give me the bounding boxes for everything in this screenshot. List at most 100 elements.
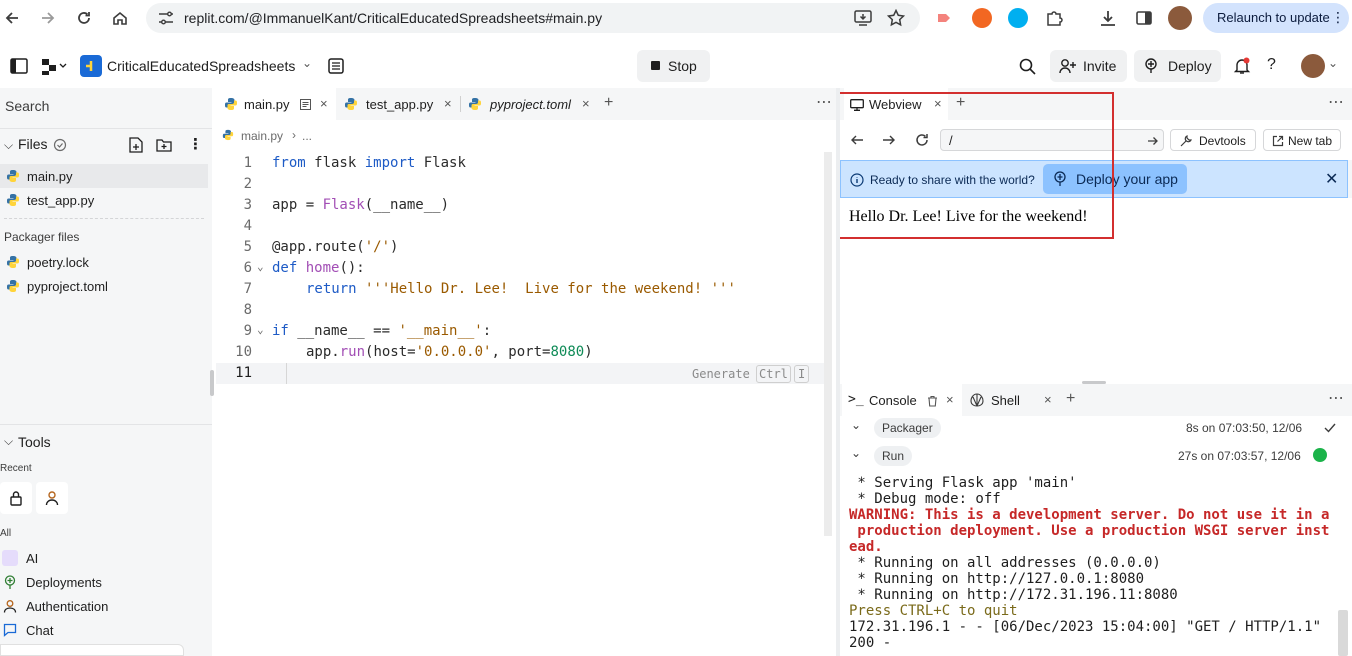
close-icon[interactable]: ✕ [1325,169,1338,189]
help-icon[interactable]: ? [1267,56,1276,74]
add-tab-icon[interactable]: + [604,94,613,112]
breadcrumb-more[interactable]: ... [302,129,312,143]
toggle-sidebar-icon[interactable] [10,58,28,74]
stop-button[interactable]: Stop [637,50,710,82]
devtools-button[interactable]: Devtools [1170,129,1256,151]
extensions-button[interactable] [1042,6,1066,30]
profile-avatar[interactable] [1168,6,1192,30]
file-item-pyproject-toml[interactable]: pyproject.toml [0,274,208,298]
close-icon[interactable]: × [320,96,328,111]
packager-row[interactable]: ⌄ Packager 8s on 07:03:50, 12/06 [840,416,1352,442]
user-avatar[interactable] [1301,54,1325,78]
file-item-poetry-lock[interactable]: poetry.lock [0,250,208,274]
tool-item-deployments[interactable]: Deployments [0,572,208,594]
search-icon[interactable] [1019,58,1036,75]
tab-main-py[interactable]: main.py × [216,88,336,120]
install-app-icon[interactable] [854,10,872,26]
editor-tabs: main.py × test_app.py × pyproject.toml ×… [216,88,836,120]
code-line: 1 from flask import Flask [243,155,466,171]
repl-info-icon[interactable] [328,58,344,74]
forward-button[interactable] [36,6,60,30]
close-icon[interactable]: × [582,96,590,111]
fold-chevron-icon[interactable]: ⌄ [257,323,264,336]
tab-console[interactable]: >_ Console × [842,384,962,416]
tab-shell[interactable]: Shell × [964,384,1060,416]
generate-hint[interactable]: Generate Ctrl I [692,365,810,383]
vertical-splitter[interactable] [836,88,840,656]
breadcrumb-file[interactable]: main.py [241,129,283,143]
notifications-bell-icon[interactable] [1233,57,1251,75]
stop-square-icon [651,61,660,70]
run-row[interactable]: ⌄ Run 27s on 07:03:57, 12/06 [840,444,1352,470]
divider [460,96,461,112]
tools-title[interactable]: Tools [18,434,51,450]
recent-tool-secrets[interactable] [0,482,32,514]
indent-guide [286,363,287,384]
files-title[interactable]: Files [18,136,48,152]
console-scrollbar[interactable] [1338,610,1348,656]
replit-menu-button[interactable] [40,56,70,76]
arrow-left-icon [5,12,18,24]
more-horiz-icon[interactable]: ⋯ [816,92,832,112]
breadcrumb-separator: › [292,128,296,142]
code-editor[interactable]: main.py › ... 1 from flask import Flask … [216,120,836,656]
duckduckgo-extension-icon[interactable] [972,8,992,28]
bookmark-star-icon[interactable] [887,9,905,27]
chevron-down-icon: ⌄ [851,418,862,432]
more-horiz-icon[interactable]: ⋯ [1328,388,1344,408]
tab-pyproject-toml[interactable]: pyproject.toml × [462,88,598,120]
back-button[interactable] [0,6,24,30]
file-item-main-py[interactable]: main.py [0,164,208,188]
search-input[interactable]: Search [0,94,212,118]
user-icon [3,600,17,613]
chevron-down-icon[interactable]: ⌄ [302,56,312,70]
invite-button[interactable]: Invite [1050,50,1127,82]
new-folder-icon[interactable] [156,138,172,152]
files-more-icon[interactable]: ⋮ [188,135,203,153]
deploy-button[interactable]: Deploy [1134,50,1221,82]
repl-name[interactable]: CriticalEducatedSpreadsheets [107,58,295,74]
tool-item-ai[interactable]: AI [0,548,208,570]
extension-icon[interactable] [934,8,954,28]
console-output[interactable]: * Serving Flask app 'main' * Debug mode:… [840,472,1352,656]
address-bar[interactable]: replit.com/@ImmanuelKant/CriticalEducate… [146,3,920,33]
console-line: * Running on http://172.31.196.11:8080 [849,587,1178,603]
close-icon[interactable]: × [444,96,452,111]
fold-chevron-icon[interactable]: ⌄ [257,260,264,273]
join-banner[interactable] [0,644,184,656]
chevron-down-icon[interactable]: ⌵ [4,138,13,153]
close-icon[interactable]: × [1044,392,1052,407]
chevron-down-icon[interactable]: ⌄ [1328,56,1338,70]
more-horiz-icon[interactable]: ⋯ [1328,92,1344,112]
sidebar: Search ⌵ Files ⋮ main.py test_app.py Pac… [0,88,212,656]
code-line: 8 [243,302,252,318]
new-tab-button[interactable]: New tab [1263,129,1341,151]
skype-extension-icon[interactable] [1008,8,1028,28]
sidebar-resize-handle[interactable] [210,370,214,396]
file-item-test-app-py[interactable]: test_app.py [0,188,208,212]
downloads-button[interactable] [1096,6,1120,30]
arrow-right-icon[interactable] [1147,135,1159,147]
code-line: 2 [243,176,252,192]
webview-pane: Webview × + ⋯ / Devtools New tab Ready t… [838,88,1352,380]
side-panel-button[interactable] [1132,6,1156,30]
deploy-icon [1145,58,1157,73]
relaunch-button[interactable]: Relaunch to update ⋮ [1203,3,1349,33]
home-button[interactable] [108,6,132,30]
tool-item-authentication[interactable]: Authentication [0,596,208,618]
document-outline-icon[interactable] [300,99,311,110]
url-text: replit.com/@ImmanuelKant/CriticalEducate… [184,10,603,26]
editor-scrollbar[interactable] [824,152,832,536]
tool-item-chat[interactable]: Chat [0,620,208,642]
recent-tool-authentication[interactable] [36,482,68,514]
trash-icon[interactable] [927,395,938,407]
reload-button[interactable] [72,6,96,30]
console-line: * Serving Flask app 'main' [849,475,1077,491]
tab-test-app-py[interactable]: test_app.py × [338,88,460,120]
new-file-icon[interactable] [129,137,143,153]
packager-files-title: Packager files [4,230,80,244]
chevron-down-icon[interactable]: ⌵ [4,434,13,449]
close-icon[interactable]: × [946,392,954,407]
add-tab-icon[interactable]: + [1066,390,1075,408]
console-line: * Debug mode: off [849,491,1001,507]
